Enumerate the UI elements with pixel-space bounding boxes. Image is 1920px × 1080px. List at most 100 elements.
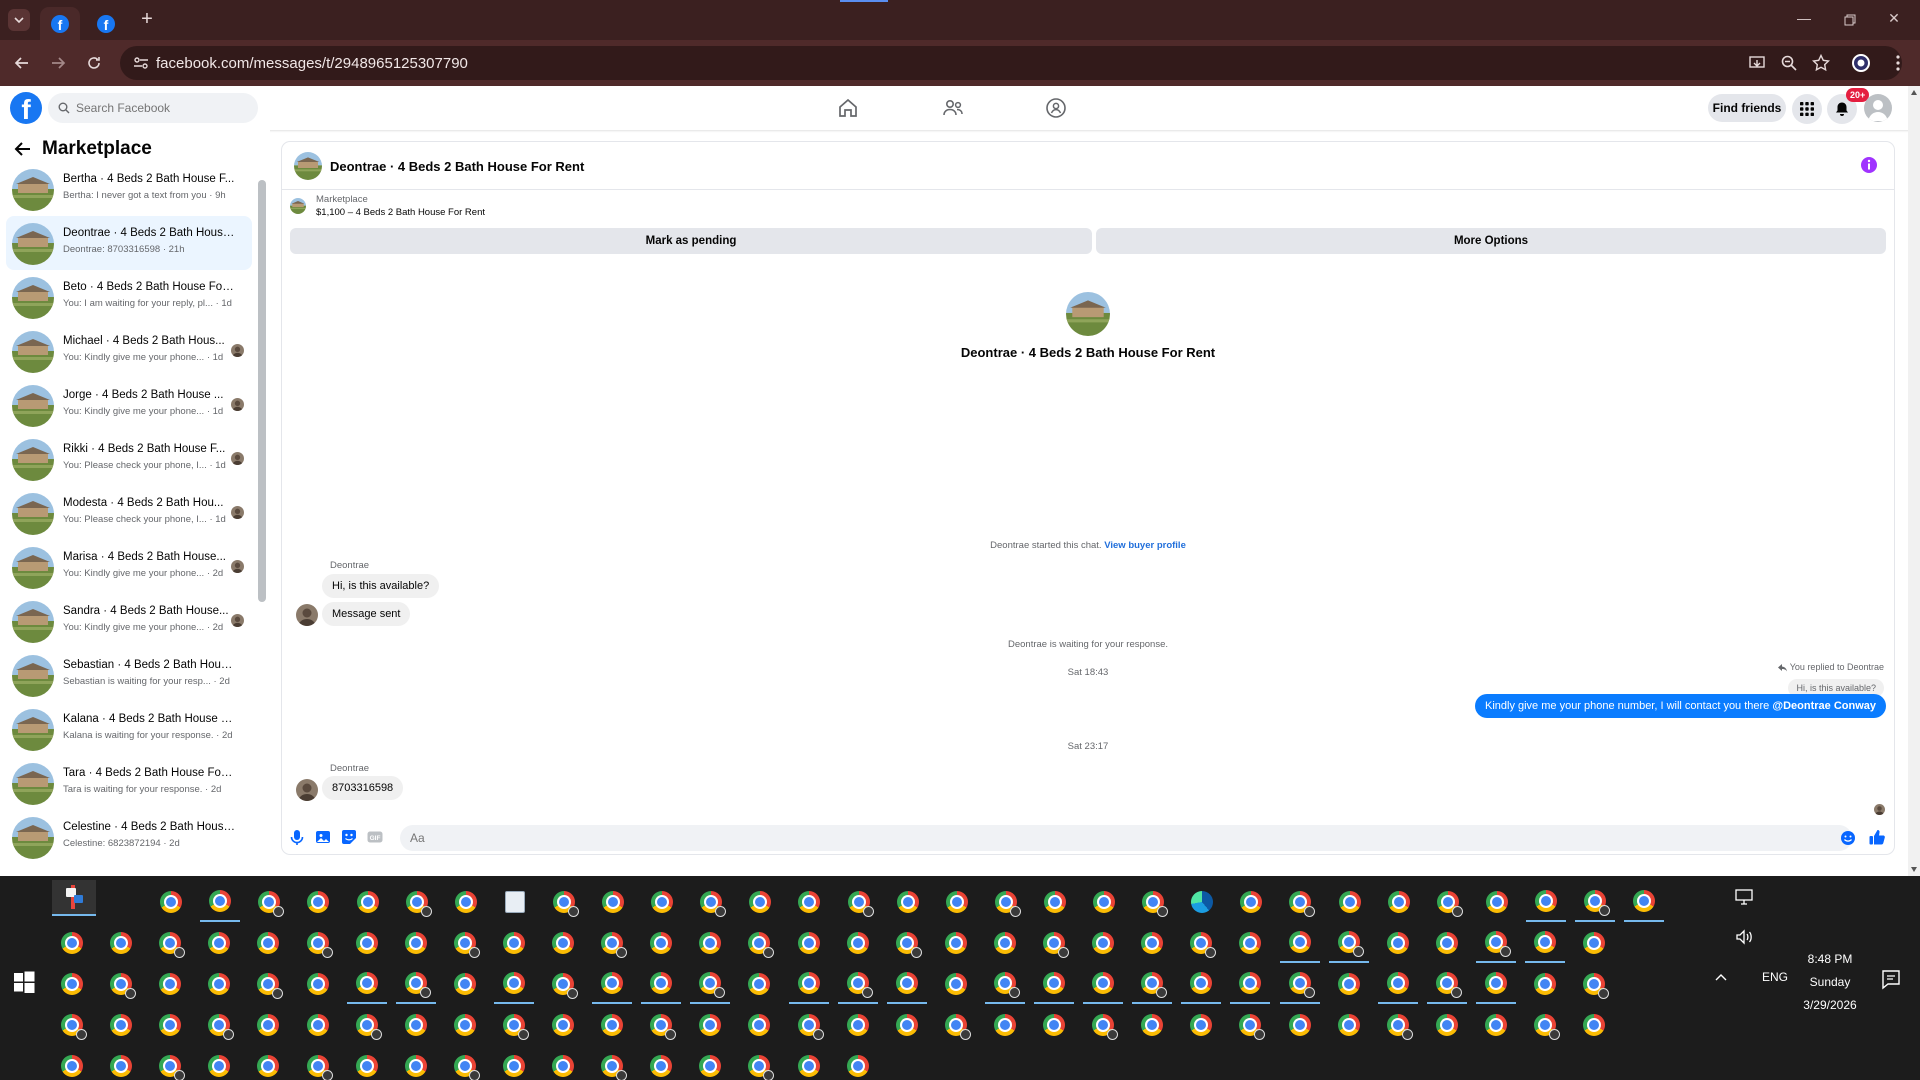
chrome-browser-icon[interactable] [1377,964,1418,1004]
close-window-button[interactable]: ✕ [1884,10,1904,30]
chrome-browser-icon[interactable] [789,1005,829,1045]
chrome-browser-icon[interactable] [248,1005,288,1045]
chrome-browser-icon[interactable] [1035,882,1075,922]
chrome-browser-icon[interactable] [690,1005,730,1045]
forward-button[interactable] [46,51,70,75]
microphone-icon[interactable] [288,828,306,846]
chrome-browser-icon[interactable] [740,882,780,922]
chrome-browser-icon[interactable] [248,964,288,1004]
back-arrow-icon[interactable] [14,140,32,158]
chrome-browser-icon[interactable] [150,923,190,963]
chrome-browser-icon[interactable] [1280,1005,1320,1045]
chrome-browser-icon[interactable] [101,923,141,963]
taskbar-app-pinned[interactable] [52,880,96,916]
info-icon[interactable] [1860,156,1878,174]
file-app-icon[interactable] [495,882,535,922]
chrome-browser-icon[interactable] [1279,964,1320,1004]
chrome-browser-icon[interactable] [199,1005,239,1045]
chrome-browser-icon[interactable] [1330,882,1370,922]
chrome-browser-icon[interactable] [543,1046,583,1080]
chrome-browser-icon[interactable] [298,923,338,963]
chrome-browser-icon[interactable] [347,1046,387,1080]
chrome-browser-icon[interactable] [1328,923,1369,963]
chrome-browser-icon[interactable] [592,1005,632,1045]
conversation-item[interactable]: Tara · 4 Beds 2 Bath House For ... Tara i… [6,756,252,810]
chrome-browser-icon[interactable] [837,964,878,1004]
chrome-browser-icon[interactable] [1083,923,1123,963]
chrome-browser-icon[interactable] [1083,1005,1123,1045]
conversation-item[interactable]: Sebastian · 4 Beds 2 Bath Hous... Sebasti… [6,648,252,702]
emoji-icon[interactable] [1840,830,1856,846]
chrome-browser-icon[interactable] [1525,964,1565,1004]
conversation-item[interactable]: Jorge · 4 Beds 2 Bath House ... You: Kind… [6,378,252,432]
chrome-browser-icon[interactable] [200,882,241,922]
chrome-browser-icon[interactable] [151,882,191,922]
mark-as-pending-button[interactable]: Mark as pending [290,228,1092,254]
chrome-browser-icon[interactable] [1181,964,1222,1004]
chrome-browser-icon[interactable] [1574,964,1614,1004]
page-scrollbar[interactable] [1908,86,1920,876]
chrome-browser-icon[interactable] [936,964,976,1004]
chrome-browser-icon[interactable] [1132,964,1173,1004]
chrome-browser-icon[interactable] [101,1005,141,1045]
sender-avatar[interactable] [296,779,318,801]
tab-search-button[interactable] [8,9,30,31]
chrome-browser-icon[interactable] [641,1005,681,1045]
chrome-browser-icon[interactable] [248,1046,288,1080]
chrome-browser-icon[interactable] [739,923,779,963]
chrome-browser-icon[interactable] [298,882,338,922]
chrome-browser-icon[interactable] [1427,1005,1467,1045]
chrome-browser-icon[interactable] [1477,882,1517,922]
chrome-browser-icon[interactable] [886,964,927,1004]
conversation-item[interactable]: Bertha · 4 Beds 2 Bath House F... Bertha:… [6,162,252,216]
chrome-browser-icon[interactable] [1034,964,1074,1004]
chrome-browser-icon[interactable] [52,923,92,963]
groups-icon[interactable] [1044,96,1068,120]
chrome-browser-icon[interactable] [1525,923,1565,963]
chrome-browser-icon[interactable] [1525,1005,1565,1045]
chrome-browser-icon[interactable] [936,1005,976,1045]
scroll-down-arrow[interactable] [1911,867,1917,872]
conversation-item[interactable]: Marisa · 4 Beds 2 Bath House... You: Kind… [6,540,252,594]
chrome-browser-icon[interactable] [1084,882,1124,922]
conversation-item[interactable]: Michael · 4 Beds 2 Bath Hous... You: Kind… [6,324,252,378]
chrome-browser-icon[interactable] [789,1046,829,1080]
sticker-icon[interactable] [340,828,358,846]
find-friends-button[interactable]: Find friends [1708,94,1786,122]
chrome-browser-icon[interactable] [445,923,485,963]
chrome-browser-icon[interactable] [986,882,1026,922]
chrome-browser-icon[interactable] [641,923,681,963]
chrome-browser-icon[interactable] [1475,964,1516,1004]
chrome-browser-icon[interactable] [691,882,731,922]
friends-icon[interactable] [941,96,965,120]
chrome-browser-icon[interactable] [1476,1005,1516,1045]
windows-start-icon[interactable] [10,968,38,996]
account-avatar[interactable] [1864,94,1892,122]
chrome-browser-icon[interactable] [936,923,976,963]
chrome-browser-icon[interactable] [1428,882,1468,922]
chrome-browser-icon[interactable] [396,1046,436,1080]
chrome-browser-icon[interactable] [445,1046,485,1080]
back-button[interactable] [10,51,34,75]
restore-button[interactable] [1840,10,1860,30]
chrome-browser-icon[interactable] [984,964,1025,1004]
address-bar[interactable]: facebook.com/messages/t/2948965125307790 [120,46,1902,80]
edge-browser-icon[interactable] [1182,882,1222,922]
mention-link[interactable]: @Deontrae Conway [1772,700,1876,712]
chrome-browser-icon[interactable] [397,882,437,922]
chrome-browser-icon[interactable] [248,923,288,963]
chrome-browser-icon[interactable] [985,923,1025,963]
chrome-browser-icon[interactable] [395,964,436,1004]
chrome-browser-icon[interactable] [445,1005,485,1045]
menu-button[interactable] [1792,94,1822,124]
photo-icon[interactable] [314,828,332,846]
conversation-item[interactable]: Celestine · 4 Beds 2 Bath House... Celest… [6,810,252,864]
chrome-browser-icon[interactable] [1231,882,1271,922]
chrome-browser-icon[interactable] [543,964,583,1004]
chrome-browser-icon[interactable] [887,923,927,963]
chrome-browser-icon[interactable] [199,923,239,963]
chrome-browser-icon[interactable] [1378,923,1418,963]
chrome-browser-icon[interactable] [887,1005,927,1045]
chrome-browser-icon[interactable] [641,1046,681,1080]
chrome-browser-icon[interactable] [1574,923,1614,963]
